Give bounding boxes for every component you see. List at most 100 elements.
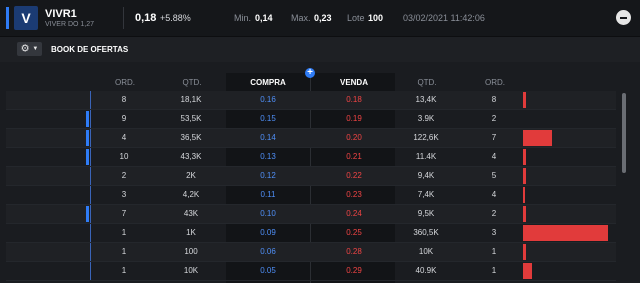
depth-bar (523, 187, 525, 203)
row-divider (90, 110, 91, 128)
sell-price-cell[interactable]: 0.25 (326, 228, 382, 237)
buy-qty-cell: 2K (186, 171, 196, 180)
buy-price-cell[interactable]: 0.12 (240, 171, 296, 180)
buy-price-cell[interactable]: 0.10 (240, 209, 296, 218)
table-row[interactable]: 1 1K 0.09 0.25 360,5K 3 (6, 224, 616, 243)
sell-qty-cell: 9,5K (417, 209, 435, 218)
sell-price-cell[interactable]: 0.22 (326, 171, 382, 180)
sell-ord-cell: 1 (491, 266, 497, 275)
price-change: +5.88% (160, 13, 191, 23)
last-price: 0,18 (135, 12, 157, 24)
settings-dropdown-button[interactable]: ⚙ ▼ (17, 42, 42, 56)
col-compra[interactable]: COMPRA (240, 78, 296, 87)
sell-ord-cell: 2 (491, 209, 497, 218)
vertical-scrollbar[interactable] (622, 93, 626, 173)
book-header-row: ORD. QTD. COMPRA VENDA QTD. ORD. (0, 78, 640, 92)
sell-qty-cell: 9,4K (417, 171, 435, 180)
buy-price-cell[interactable]: 0.06 (240, 247, 296, 256)
table-row[interactable]: 2 2K 0.12 0.22 9,4K 5 (6, 167, 616, 186)
sell-ord-cell: 4 (491, 190, 497, 199)
min-label: Min. (234, 13, 252, 23)
book-title: BOOK DE OFERTAS (51, 45, 129, 54)
add-icon[interactable]: + (305, 68, 315, 78)
collapse-icon[interactable] (616, 10, 631, 25)
sell-price-cell[interactable]: 0.20 (326, 133, 382, 142)
depth-bar (523, 206, 526, 222)
sell-price-cell[interactable]: 0.29 (326, 266, 382, 275)
company-name: VIVER DO 1,27 (45, 21, 95, 28)
sell-price-cell[interactable]: 0.18 (326, 95, 382, 104)
buy-qty-cell: 43,3K (180, 152, 202, 161)
sell-ord-cell: 8 (491, 95, 497, 104)
col-sell-qty[interactable]: QTD. (412, 78, 442, 87)
sell-ord-cell: 1 (491, 247, 497, 256)
row-divider (90, 148, 91, 166)
header-divider (123, 7, 124, 29)
book-toolbar: ⚙ ▼ BOOK DE OFERTAS (0, 37, 640, 62)
buy-ord-cell: 1 (121, 266, 127, 275)
buy-price-cell[interactable]: 0.16 (240, 95, 296, 104)
table-row[interactable]: 3 4,2K 0.11 0.23 7,4K 4 (6, 186, 616, 205)
table-row[interactable]: 1 100 0.06 0.28 10K 1 (6, 243, 616, 262)
depth-bar (523, 225, 608, 241)
sell-ord-cell: 2 (491, 114, 497, 123)
depth-bar (523, 244, 526, 260)
buy-price-cell[interactable]: 0.14 (240, 133, 296, 142)
table-row[interactable]: 1 10K 0.05 0.29 40.9K 1 (6, 262, 616, 281)
sell-price-cell[interactable]: 0.23 (326, 190, 382, 199)
row-divider (90, 167, 91, 185)
buy-ord-cell: 1 (121, 247, 127, 256)
buy-qty-cell: 100 (184, 247, 198, 256)
buy-ord-cell: 10 (119, 152, 129, 161)
buy-ord-cell: 8 (121, 95, 127, 104)
header-accent-bar (6, 7, 9, 29)
buy-ord-cell: 3 (121, 190, 127, 199)
sell-qty-cell: 122,6K (413, 133, 439, 142)
depth-bar (523, 130, 552, 146)
depth-bar (523, 263, 532, 279)
col-sell-ord[interactable]: ORD. (480, 78, 510, 87)
buy-price-cell[interactable]: 0.09 (240, 228, 296, 237)
sell-qty-cell: 7,4K (417, 190, 435, 199)
sell-price-cell[interactable]: 0.28 (326, 247, 382, 256)
buy-qty-cell: 43K (183, 209, 199, 218)
buy-ord-cell: 4 (121, 133, 127, 142)
own-order-marker (86, 130, 89, 146)
row-divider (90, 262, 91, 280)
depth-bar (523, 92, 526, 108)
max-label: Max. (291, 13, 311, 23)
depth-bar (523, 149, 526, 165)
own-order-marker (86, 206, 89, 222)
buy-qty-cell: 53,5K (180, 114, 202, 123)
buy-price-cell[interactable]: 0.13 (240, 152, 296, 161)
row-divider (90, 91, 91, 109)
row-divider (90, 205, 91, 223)
ticker-symbol[interactable]: VIVR1 (45, 8, 77, 20)
sell-price-cell[interactable]: 0.24 (326, 209, 382, 218)
min-value: 0,14 (255, 13, 273, 23)
sell-qty-cell: 13,4K (415, 95, 437, 104)
own-order-marker (86, 149, 89, 165)
lote-label: Lote (347, 13, 365, 23)
own-order-marker (86, 111, 89, 127)
quote-datetime: 03/02/2021 11:42:06 (403, 13, 485, 23)
col-venda[interactable]: VENDA (326, 78, 382, 87)
buy-qty-cell: 10K (183, 266, 199, 275)
buy-ord-cell: 1 (121, 228, 127, 237)
sell-ord-cell: 5 (491, 171, 497, 180)
col-buy-ord[interactable]: ORD. (110, 78, 140, 87)
table-row[interactable]: 7 43K 0.10 0.24 9,5K 2 (6, 205, 616, 224)
sell-price-cell[interactable]: 0.21 (326, 152, 382, 161)
sell-qty-cell: 10K (418, 247, 434, 256)
table-row[interactable]: 4 36,5K 0.14 0.20 122,6K 7 (6, 129, 616, 148)
col-buy-qty[interactable]: QTD. (177, 78, 207, 87)
buy-price-cell[interactable]: 0.15 (240, 114, 296, 123)
max-value: 0,23 (314, 13, 332, 23)
buy-price-cell[interactable]: 0.05 (240, 266, 296, 275)
sell-price-cell[interactable]: 0.19 (326, 114, 382, 123)
table-row[interactable]: 9 53,5K 0.15 0.19 3.9K 2 (6, 110, 616, 129)
buy-qty-cell: 18,1K (180, 95, 202, 104)
buy-price-cell[interactable]: 0.11 (240, 190, 296, 199)
table-row[interactable]: 10 43,3K 0.13 0.21 11.4K 4 (6, 148, 616, 167)
table-row[interactable]: 8 18,1K 0.16 0.18 13,4K 8 (6, 91, 616, 110)
